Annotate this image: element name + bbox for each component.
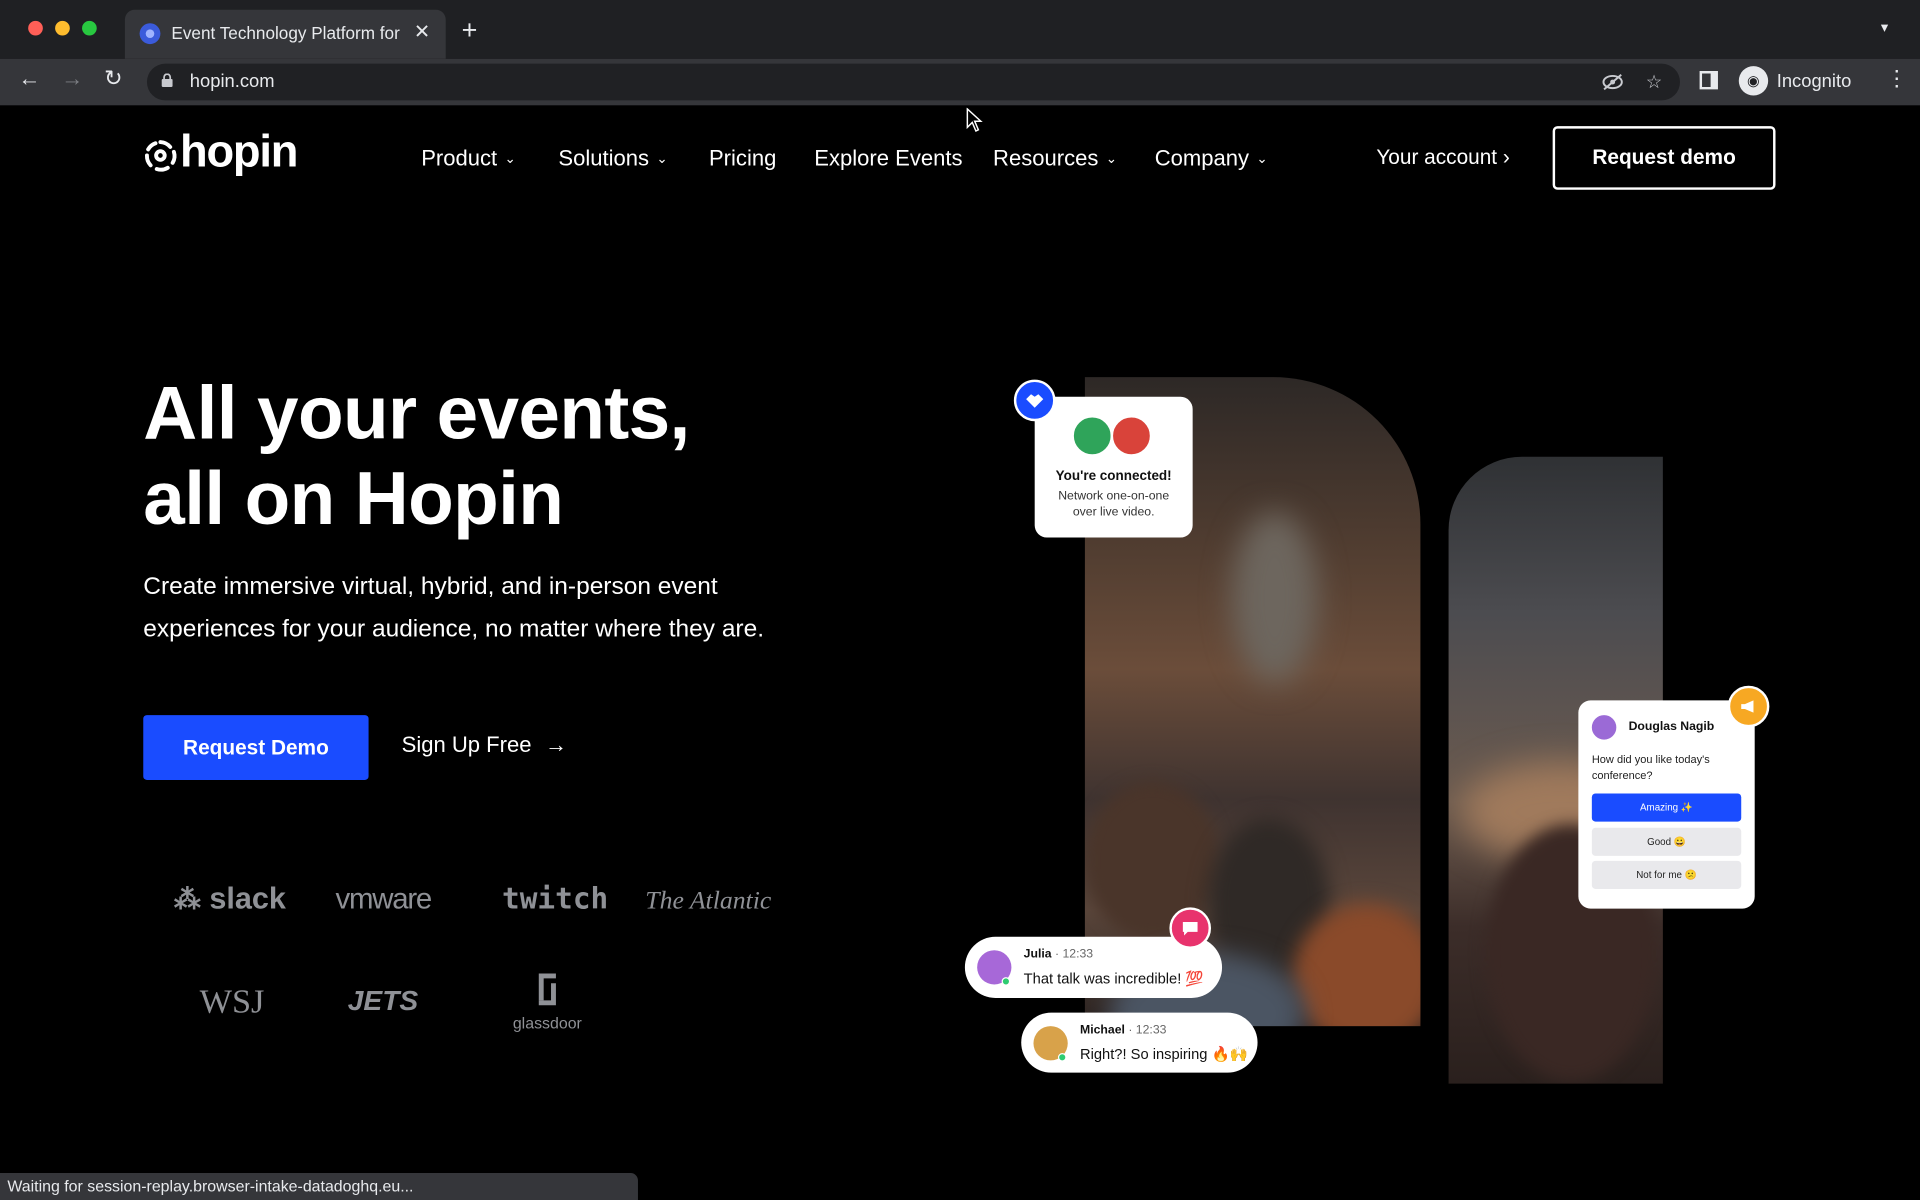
request-demo-button[interactable]: Request Demo <box>143 715 369 781</box>
status-text: Waiting for session-replay.browser-intak… <box>7 1176 414 1196</box>
poll-option-good[interactable]: Good 😀 <box>1591 827 1742 856</box>
tab-close-icon[interactable]: ✕ <box>414 20 430 44</box>
chat-text: That talk was incredible! 💯 <box>1023 969 1204 987</box>
tab-title: Event Technology Platform for <box>171 23 400 43</box>
glassdoor-logo-text: glassdoor <box>512 1013 582 1033</box>
chevron-down-icon: ⌄ <box>1256 151 1268 167</box>
sign-up-free-link[interactable]: Sign Up Free → <box>402 732 567 758</box>
connected-card: You're connected! Network one-on-one ove… <box>1034 396 1193 538</box>
browser-menu-icon[interactable]: ⋮ <box>1886 66 1908 92</box>
request-demo-nav-button[interactable]: Request demo <box>1552 126 1776 190</box>
megaphone-badge-icon <box>1727 685 1770 728</box>
vmware-logo: vmware <box>335 882 433 916</box>
chat-meta: Julia · 12:33 <box>1023 947 1094 962</box>
browser-status-bar: Waiting for session-replay.browser-intak… <box>0 1173 638 1200</box>
hero-title: All your events, all on Hopin <box>143 370 690 541</box>
poll-author-name: Douglas Nagib <box>1628 720 1715 734</box>
chat-time: 12:33 <box>1062 947 1094 962</box>
poll-option-not-for-me[interactable]: Not for me 😕 <box>1591 860 1742 889</box>
twitch-logo: twitch <box>502 881 609 916</box>
incognito-icon[interactable]: ◉ <box>1738 66 1769 96</box>
eye-off-icon[interactable] <box>1602 73 1624 91</box>
tab-search-chevron-icon[interactable]: ▾ <box>1881 18 1888 35</box>
chat-text: Right?! So inspiring 🔥🙌 <box>1080 1045 1249 1063</box>
arrow-right-icon: → <box>544 732 568 757</box>
slack-logo-text: slack <box>209 881 286 916</box>
hopin-logo-mark-icon <box>144 140 177 172</box>
the-atlantic-logo: The Atlantic <box>645 885 772 915</box>
chat-time: 12:33 <box>1135 1023 1167 1038</box>
nav-company-label: Company <box>1154 145 1250 171</box>
poll-option-amazing[interactable]: Amazing ✨ <box>1591 793 1742 822</box>
handshake-badge-icon <box>1013 379 1056 422</box>
megaphone-icon <box>1741 700 1754 713</box>
hero-title-line1: All your events, <box>143 371 690 455</box>
glassdoor-logo: glassdoor <box>508 971 586 1032</box>
glassdoor-door-icon <box>538 973 556 1006</box>
speaker-figure <box>1231 511 1318 684</box>
nav-product[interactable]: Product ⌄ <box>421 146 516 172</box>
nav-explore-events[interactable]: Explore Events <box>814 146 962 172</box>
browser-toolbar: ← → ↻ hopin.com ☆ ◉ Incognito ⋮ <box>0 58 1920 106</box>
chat-author: Michael <box>1080 1023 1125 1038</box>
browser-tab-bar: Event Technology Platform for ✕ + ▾ <box>0 0 1920 59</box>
online-status-dot <box>1001 977 1011 986</box>
forward-arrow-icon[interactable]: → <box>61 66 83 92</box>
nav-solutions-label: Solutions <box>558 145 650 171</box>
nav-product-label: Product <box>421 145 498 171</box>
online-status-dot <box>1057 1053 1067 1062</box>
back-arrow-icon[interactable]: ← <box>18 66 40 92</box>
avatar <box>1110 415 1153 457</box>
chat-author: Julia <box>1023 947 1052 962</box>
hero-subtitle: Create immersive virtual, hybrid, and in… <box>143 573 765 643</box>
url-text[interactable]: hopin.com <box>190 71 275 92</box>
chevron-down-icon: ⌄ <box>656 151 668 167</box>
nav-company[interactable]: Company ⌄ <box>1155 146 1268 172</box>
minimize-window-button[interactable] <box>55 20 70 36</box>
avatar <box>1071 415 1114 457</box>
slack-logo: ⁂ slack <box>174 882 286 918</box>
lock-icon[interactable] <box>161 73 173 87</box>
chat-message: Michael · 12:33 Right?! So inspiring 🔥🙌 <box>1021 1012 1258 1073</box>
chevron-down-icon: ⌄ <box>1105 151 1118 167</box>
chat-meta: Michael · 12:33 <box>1080 1023 1167 1038</box>
bookmark-star-icon[interactable]: ☆ <box>1646 71 1662 93</box>
address-bar[interactable]: hopin.com ☆ <box>146 63 1681 101</box>
connected-title: You're connected! <box>1055 468 1172 484</box>
chat-badge-icon <box>1169 907 1212 949</box>
slack-hash-icon: ⁂ <box>173 884 201 915</box>
nav-solutions[interactable]: Solutions ⌄ <box>558 146 667 172</box>
nav-explore-events-label: Explore Events <box>814 145 963 171</box>
avatar <box>1589 712 1619 743</box>
nav-pricing[interactable]: Pricing <box>709 146 776 172</box>
reload-icon[interactable]: ↻ <box>104 66 122 92</box>
side-panel-icon[interactable] <box>1699 71 1718 90</box>
screen: Event Technology Platform for ✕ + ▾ ← → … <box>0 0 1920 1200</box>
nav-resources-label: Resources <box>993 145 1099 171</box>
close-window-button[interactable] <box>28 20 43 36</box>
nav-resources[interactable]: Resources ⌄ <box>993 146 1117 172</box>
nav-pricing-label: Pricing <box>708 145 777 171</box>
poll-question: How did you like today's conference? <box>1591 753 1710 782</box>
logo-text: hopin <box>180 126 298 177</box>
chat-bubble-icon <box>1182 921 1198 935</box>
incognito-label[interactable]: Incognito <box>1777 71 1852 92</box>
hero-title-line2: all on Hopin <box>143 456 564 541</box>
mouse-cursor-icon <box>966 107 983 133</box>
jets-logo: JETS <box>347 984 419 1017</box>
sign-up-free-label: Sign Up Free <box>401 732 532 757</box>
wsj-logo: WSJ <box>199 983 265 1022</box>
connected-description: Network one-on-one over live video. <box>1058 489 1170 520</box>
browser-tab[interactable]: Event Technology Platform for ✕ <box>124 9 446 59</box>
handshake-icon <box>1026 394 1044 408</box>
your-account-link[interactable]: Your account › <box>1376 146 1509 170</box>
chevron-down-icon: ⌄ <box>504 151 516 167</box>
maximize-window-button[interactable] <box>82 20 97 36</box>
hopin-favicon-icon <box>139 23 161 45</box>
new-tab-button[interactable]: + <box>462 17 478 44</box>
poll-card: Douglas Nagib How did you like today's c… <box>1578 700 1755 909</box>
